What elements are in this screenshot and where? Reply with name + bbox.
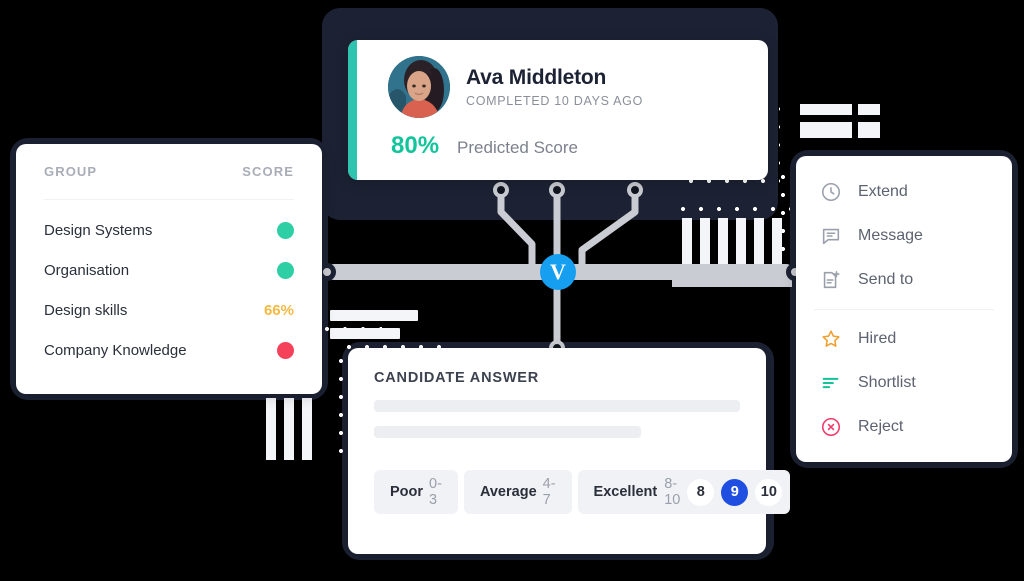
menu-item-extend[interactable]: Extend (796, 170, 1012, 214)
candidate-status: COMPLETED 10 DAYS AGO (466, 93, 644, 108)
action-menu: Extend Message Send to Hired Shortlist Rejec… (796, 156, 1012, 462)
group-row-score-value: 66% (263, 301, 294, 319)
decorative-bar (284, 398, 294, 460)
menu-item-message[interactable]: Message (796, 214, 1012, 258)
answer-card-title: CANDIDATE ANSWER (374, 370, 540, 386)
rating-range-average: 4-7 (542, 476, 556, 508)
column-header-group: GROUP (44, 164, 98, 179)
group-score-card: GROUP SCORE Design Systems Organisation De… (16, 144, 322, 394)
group-row-status-dot (277, 221, 294, 239)
menu-item-label: Send to (858, 271, 914, 288)
decorative-bar (736, 218, 746, 266)
verified-badge[interactable]: V (540, 254, 576, 290)
group-row: Company Knowledge (44, 330, 294, 370)
group-row: Design Systems (44, 210, 294, 250)
rating-range-poor: 0-3 (429, 476, 442, 508)
decorative-bar (682, 218, 692, 266)
rating-number-9[interactable]: 9 (721, 478, 749, 506)
menu-item-hired[interactable]: Hired (796, 317, 1012, 361)
graph-node-top-left[interactable] (493, 182, 509, 198)
menu-item-label: Message (858, 227, 923, 244)
card-accent-strip (348, 40, 357, 180)
candidate-card: Ava Middleton COMPLETED 10 DAYS AGO 80% … (348, 40, 768, 180)
graph-node-top-center[interactable] (549, 182, 565, 198)
menu-item-shortlist[interactable]: Shortlist (796, 361, 1012, 405)
decorative-block (800, 104, 852, 115)
avatar-photo (388, 56, 450, 118)
group-row-name: Design Systems (44, 221, 153, 239)
send-to-icon (820, 269, 842, 291)
group-row-name: Company Knowledge (44, 341, 187, 359)
group-row-name: Design skills (44, 301, 128, 319)
group-row-status-dot (277, 341, 294, 359)
group-table-header: GROUP SCORE (44, 144, 294, 200)
chat-icon (820, 225, 842, 247)
decorative-block (858, 122, 880, 138)
group-row: Organisation (44, 250, 294, 290)
group-table-body: Design Systems Organisation Design skills 6… (44, 200, 294, 370)
dot-grid-answer-left (330, 350, 350, 462)
shortlist-icon (820, 372, 842, 394)
clock-icon (820, 181, 842, 203)
decorative-bar (330, 328, 400, 339)
rating-chip-average[interactable]: Average 4-7 (463, 470, 572, 514)
verified-badge-letter: V (550, 259, 566, 284)
answer-placeholder-line (374, 426, 642, 438)
screenshot-stage: V Ava Middleton COMPLETED 10 DAYS AGO 80… (0, 0, 1024, 581)
action-menu-group-primary: Extend Message Send to (796, 170, 1012, 302)
rating-chip-excellent[interactable]: Excellent 8-10 8 9 10 (577, 470, 791, 514)
avatar (388, 56, 450, 118)
group-row-name: Organisation (44, 261, 130, 279)
decorative-block (800, 122, 852, 138)
menu-item-reject[interactable]: Reject (796, 405, 1012, 449)
predicted-score-label: Predicted Score (457, 138, 578, 157)
predicted-score-value: 80% (391, 132, 440, 159)
column-header-score: SCORE (242, 164, 294, 179)
menu-item-label: Hired (858, 330, 897, 347)
decorative-block (858, 104, 880, 115)
rating-chip-poor[interactable]: Poor 0-3 (374, 470, 458, 514)
menu-item-label: Extend (858, 183, 908, 200)
graph-node-top-right[interactable] (627, 182, 643, 198)
decorative-bar (772, 218, 782, 266)
rating-label-excellent: Excellent (593, 484, 658, 500)
rating-number-8[interactable]: 8 (687, 478, 715, 506)
candidate-answer-card: CANDIDATE ANSWER Poor 0-3 Average 4-7 Ex… (348, 348, 791, 554)
action-menu-group-decision: Hired Shortlist Reject (796, 317, 1012, 449)
rating-number-10[interactable]: 10 (755, 478, 783, 506)
decorative-bar (330, 310, 418, 321)
decorative-bar (302, 398, 312, 460)
decorative-bar (718, 218, 728, 266)
group-row-status-dot (277, 261, 294, 279)
group-row: Design skills 66% (44, 290, 294, 330)
star-icon (820, 328, 842, 350)
menu-divider (814, 309, 994, 310)
candidate-name: Ava Middleton (466, 66, 607, 90)
menu-item-label: Reject (858, 418, 904, 435)
answer-placeholder-line (374, 400, 740, 412)
rating-number-group: 8 9 10 (687, 478, 783, 506)
rating-scale: Poor 0-3 Average 4-7 Excellent 8-10 8 9 10 (374, 470, 791, 514)
rating-range-excellent: 8-10 (664, 476, 681, 508)
menu-item-send-to[interactable]: Send to (796, 258, 1012, 302)
decorative-bar (266, 398, 276, 460)
reject-icon (820, 416, 842, 438)
decorative-bar (700, 218, 710, 266)
rating-label-poor: Poor (390, 484, 424, 500)
rating-label-average: Average (479, 484, 537, 500)
menu-item-label: Shortlist (858, 374, 916, 391)
dot-grid-right-mid (672, 198, 790, 218)
decorative-bar (754, 218, 764, 266)
